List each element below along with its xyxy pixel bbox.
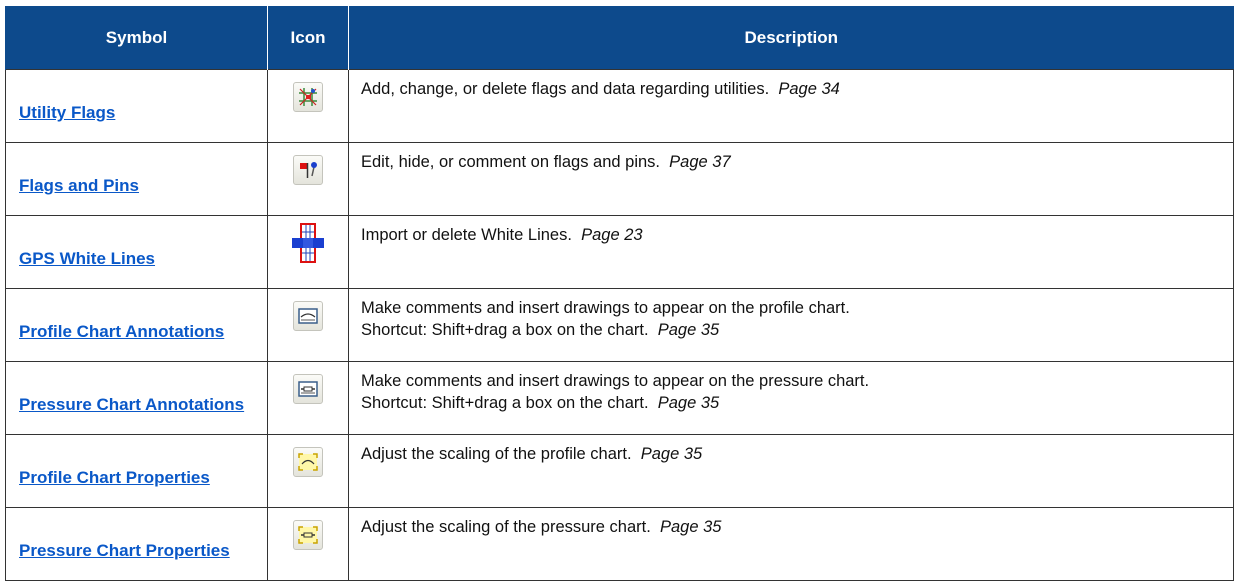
pressure-chart-annotations-link[interactable]: Pressure Chart Annotations [19,395,244,415]
pressure-chart-properties-link[interactable]: Pressure Chart Properties [19,541,230,561]
flags-and-pins-icon [293,154,323,185]
pressure-annotation-icon [293,373,323,404]
header-icon: Icon [267,6,349,70]
flags-and-pins-link[interactable]: Flags and Pins [19,176,139,196]
row-shortcut: Shortcut: Shift+drag a box on the chart. [361,394,649,412]
table-row: Flags and Pins Edit, hide, or comment on… [5,142,1234,216]
row-description: Make comments and insert drawings to app… [361,372,870,390]
page-reference: Page 35 [657,321,720,339]
row-description: Import or delete White Lines. [361,226,572,244]
row-shortcut: Shortcut: Shift+drag a box on the chart. [361,321,649,339]
table-row: Pressure Chart Properties Adjust the sca… [5,507,1234,581]
header-symbol: Symbol [5,6,268,70]
profile-properties-icon [293,446,323,477]
pressure-properties-icon [293,519,323,550]
page-reference: Page 34 [778,80,840,98]
row-description: Adjust the scaling of the pressure chart… [361,518,651,536]
table-row: Pressure Chart Annotations Make comments… [5,361,1234,435]
table-row: Utility Flags Add, change, or delete fla… [5,69,1234,143]
row-description: Make comments and insert drawings to app… [361,299,850,317]
table-row: Profile Chart Properties Adjust the scal… [5,434,1234,508]
page-reference: Page 35 [640,445,703,463]
gps-white-lines-icon [291,222,325,263]
page-reference: Page 37 [669,153,731,171]
profile-chart-properties-link[interactable]: Profile Chart Properties [19,468,210,488]
page-reference: Page 35 [660,518,722,536]
profile-annotation-icon [293,300,323,331]
page-reference: Page 23 [581,226,643,244]
table-row: Profile Chart Annotations Make comments … [5,288,1234,362]
utility-flags-icon [293,81,323,112]
gps-white-lines-link[interactable]: GPS White Lines [19,249,155,269]
row-description: Edit, hide, or comment on flags and pins… [361,153,660,171]
header-description: Description [348,6,1234,70]
page-reference: Page 35 [657,394,720,412]
utility-flags-link[interactable]: Utility Flags [19,103,115,123]
table-row: GPS White Lines Import or delete White L [5,215,1234,289]
row-description: Add, change, or delete flags and data re… [361,80,770,98]
table-header-row: Symbol Icon Description [5,6,1234,70]
profile-chart-annotations-link[interactable]: Profile Chart Annotations [19,322,224,342]
row-description: Adjust the scaling of the profile chart. [361,445,632,463]
symbol-table: Symbol Icon Description Utility Flags Ad… [5,6,1234,581]
